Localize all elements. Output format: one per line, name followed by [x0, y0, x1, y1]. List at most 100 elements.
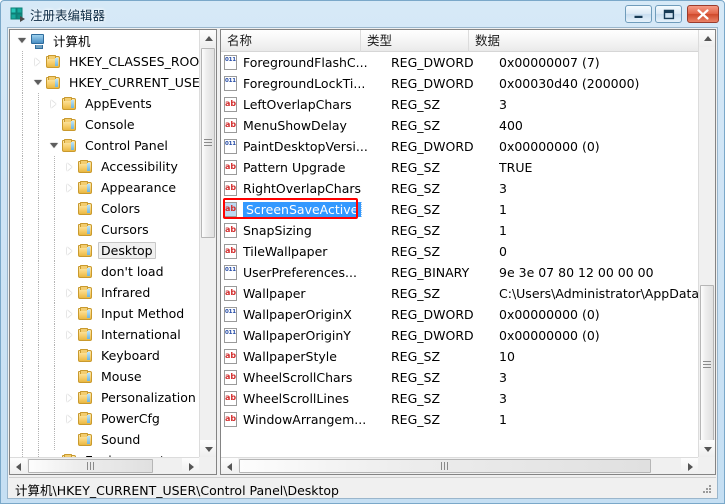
- title-bar[interactable]: 注册表编辑器: [1, 1, 725, 28]
- tree-node-keyboard[interactable]: Keyboard: [10, 345, 199, 366]
- chevron-down-icon[interactable]: [16, 30, 29, 51]
- table-row[interactable]: WheelScrollCharsREG_SZ3: [221, 367, 698, 388]
- tree-hscroll-thumb[interactable]: [28, 459, 153, 473]
- table-row[interactable]: WallpaperOriginXREG_DWORD0x00000000 (0): [221, 304, 698, 325]
- tree-node-hkey-current-user[interactable]: HKEY_CURRENT_USER: [10, 72, 199, 93]
- chevron-down-icon[interactable]: [32, 72, 45, 93]
- registry-values-list[interactable]: ForegroundFlashC...REG_DWORD0x00000007 (…: [221, 52, 698, 457]
- list-scroll-thumb[interactable]: [700, 285, 714, 445]
- table-row[interactable]: UserPreferences...REG_BINARY9e 3e 07 80 …: [221, 262, 698, 283]
- tree-scroll-down-button[interactable]: [200, 440, 217, 457]
- chevron-right-icon[interactable]: [48, 93, 61, 114]
- cell-type: REG_SZ: [391, 97, 499, 112]
- table-row[interactable]: SnapSizingREG_SZ1: [221, 220, 698, 241]
- list-scroll-up-button[interactable]: [699, 30, 716, 47]
- tree-node-environment[interactable]: Environment: [10, 450, 199, 457]
- tree-node-don-t-load[interactable]: don't load: [10, 261, 199, 282]
- client-area: 计算机HKEY_CLASSES_ROOTHKEY_CURRENT_USERApp…: [7, 27, 718, 499]
- table-row[interactable]: WallpaperOriginYREG_DWORD0x00000000 (0): [221, 325, 698, 346]
- tree-guide-line: [22, 72, 23, 93]
- status-path: 计算机\HKEY_CURRENT_USER\Control Panel\Desk…: [15, 480, 339, 499]
- tree-scroll-left-button[interactable]: [10, 458, 27, 475]
- cell-data: 0x00030d40 (200000): [499, 76, 698, 91]
- list-horizontal-scrollbar[interactable]: [221, 457, 698, 474]
- chevron-right-icon[interactable]: [64, 240, 77, 261]
- chevron-right-icon[interactable]: [64, 156, 77, 177]
- table-row[interactable]: TileWallpaperREG_SZ0: [221, 241, 698, 262]
- table-row[interactable]: WallpaperREG_SZC:\Users\Administrator\Ap…: [221, 283, 698, 304]
- chevron-right-icon[interactable]: [64, 324, 77, 345]
- tree-guide-line: [54, 156, 55, 177]
- registry-tree-panel[interactable]: 计算机HKEY_CLASSES_ROOTHKEY_CURRENT_USERApp…: [9, 29, 217, 475]
- tree-node-[interactable]: 计算机: [10, 30, 199, 51]
- table-row[interactable]: MenuShowDelayREG_SZ400: [221, 115, 698, 136]
- minimize-button[interactable]: [625, 5, 652, 23]
- list-scroll-left-button[interactable]: [221, 458, 238, 475]
- tree-scroll-up-button[interactable]: [200, 30, 217, 47]
- registry-values-panel[interactable]: 名称 类型 数据 ForegroundFlashC...REG_DWORD0x0…: [220, 29, 716, 475]
- tree-guide-line: [38, 156, 39, 177]
- table-row[interactable]: LeftOverlapCharsREG_SZ3: [221, 94, 698, 115]
- tree-node-appevents[interactable]: AppEvents: [10, 93, 199, 114]
- cell-data: 0x00000007 (7): [499, 55, 698, 70]
- tree-node-infrared[interactable]: Infrared: [10, 282, 199, 303]
- chevron-right-icon[interactable]: [64, 408, 77, 429]
- tree-guide-line: [22, 51, 23, 72]
- tree-node-sound[interactable]: Sound: [10, 429, 199, 450]
- tree-guide-line: [38, 177, 39, 198]
- resize-grip-icon[interactable]: [701, 483, 713, 495]
- close-button[interactable]: [687, 5, 719, 23]
- chevron-right-icon[interactable]: [64, 177, 77, 198]
- chevron-right-icon[interactable]: [64, 303, 77, 324]
- chevron-down-icon[interactable]: [48, 135, 61, 156]
- tree-node-label: International: [98, 326, 184, 343]
- tree-node-hkey-classes-root[interactable]: HKEY_CLASSES_ROOT: [10, 51, 199, 72]
- tree-horizontal-scrollbar[interactable]: [10, 457, 199, 474]
- cell-name: ForegroundLockTi...: [243, 76, 391, 91]
- tree-node-powercfg[interactable]: PowerCfg: [10, 408, 199, 429]
- table-row[interactable]: ForegroundLockTi...REG_DWORD0x00030d40 (…: [221, 73, 698, 94]
- list-scroll-right-button[interactable]: [681, 458, 698, 475]
- column-header-data[interactable]: 数据: [469, 30, 701, 52]
- table-row[interactable]: Pattern UpgradeREG_SZTRUE: [221, 157, 698, 178]
- column-header-name[interactable]: 名称: [221, 30, 361, 52]
- folder-icon: [45, 75, 63, 90]
- tree-guide-line: [38, 450, 39, 457]
- table-row[interactable]: WheelScrollLinesREG_SZ3: [221, 388, 698, 409]
- maximize-button[interactable]: [655, 5, 682, 23]
- tree-node-mouse[interactable]: Mouse: [10, 366, 199, 387]
- tree-node-accessibility[interactable]: Accessibility: [10, 156, 199, 177]
- column-header-type[interactable]: 类型: [361, 30, 469, 52]
- tree-node-appearance[interactable]: Appearance: [10, 177, 199, 198]
- tree-node-international[interactable]: International: [10, 324, 199, 345]
- binary-value-icon: [221, 325, 243, 346]
- list-vertical-scrollbar[interactable]: [698, 30, 715, 457]
- tree-guide-line: [54, 303, 55, 324]
- table-row[interactable]: ForegroundFlashC...REG_DWORD0x00000007 (…: [221, 52, 698, 73]
- chevron-right-icon[interactable]: [64, 282, 77, 303]
- tree-node-console[interactable]: Console: [10, 114, 199, 135]
- tree-scroll-right-button[interactable]: [182, 458, 199, 475]
- tree-node-cursors[interactable]: Cursors: [10, 219, 199, 240]
- table-row[interactable]: RightOverlapCharsREG_SZ3: [221, 178, 698, 199]
- tree-guide-line: [54, 240, 55, 261]
- tree-node-input-method[interactable]: Input Method: [10, 303, 199, 324]
- tree-guide-line: [22, 177, 23, 198]
- tree-node-personalization[interactable]: Personalization: [10, 387, 199, 408]
- chevron-right-icon[interactable]: [64, 387, 77, 408]
- tree-scroll-thumb[interactable]: [201, 48, 215, 238]
- registry-tree[interactable]: 计算机HKEY_CLASSES_ROOTHKEY_CURRENT_USERApp…: [10, 30, 199, 457]
- table-row[interactable]: WindowArrangem...REG_SZ1: [221, 409, 698, 430]
- list-hscroll-thumb[interactable]: [239, 459, 651, 473]
- cell-name-text: WallpaperOriginX: [243, 307, 352, 322]
- list-scroll-down-button[interactable]: [699, 440, 716, 457]
- tree-node-colors[interactable]: Colors: [10, 198, 199, 219]
- tree-node-control-panel[interactable]: Control Panel: [10, 135, 199, 156]
- table-row[interactable]: ScreenSaveActiveREG_SZ1: [221, 199, 698, 220]
- cell-type: REG_SZ: [391, 160, 499, 175]
- chevron-right-icon[interactable]: [32, 51, 45, 72]
- table-row[interactable]: WallpaperStyleREG_SZ10: [221, 346, 698, 367]
- tree-vertical-scrollbar[interactable]: [199, 30, 216, 457]
- table-row[interactable]: PaintDesktopVersi...REG_DWORD0x00000000 …: [221, 136, 698, 157]
- tree-node-desktop[interactable]: Desktop: [10, 240, 199, 261]
